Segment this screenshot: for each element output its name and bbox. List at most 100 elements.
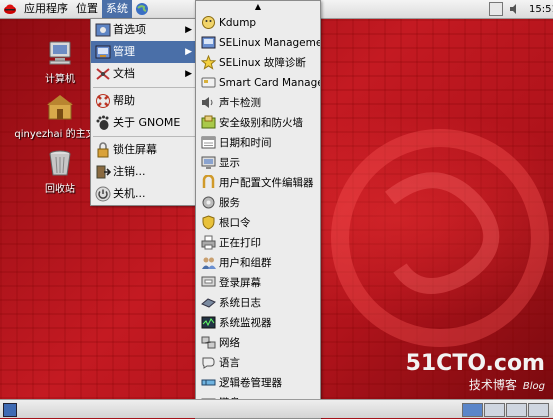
system-tray: 15:51 bbox=[489, 0, 553, 18]
admin-menu-item-label: 显示 bbox=[219, 157, 240, 169]
workspace-4[interactable] bbox=[528, 403, 549, 417]
menu-item-lock-screen[interactable]: 锁住屏幕 bbox=[91, 139, 198, 161]
admin-menu-item-label: 安全级别和防火墙 bbox=[219, 117, 303, 129]
admin-menu-item-label: 根口令 bbox=[219, 217, 251, 229]
menu-item-logout[interactable]: 注销... bbox=[91, 161, 198, 183]
admin-menu-item-10[interactable]: 根口令 bbox=[196, 213, 320, 233]
admin-menu-item-1[interactable]: SELinux Management bbox=[196, 33, 320, 53]
watermark: 51CTO.com 技术博客 Blog bbox=[406, 351, 545, 393]
menu-separator bbox=[93, 87, 196, 88]
trash-icon bbox=[45, 148, 75, 178]
volume-icon[interactable] bbox=[509, 3, 521, 15]
admin-menu-item-18[interactable]: 逻辑卷管理器 bbox=[196, 373, 320, 393]
watermark-site: 51CTO.com bbox=[405, 351, 545, 376]
admin-menu-item-17[interactable]: 语言 bbox=[196, 353, 320, 373]
scroll-up-arrow-icon[interactable]: ▲ bbox=[196, 1, 320, 13]
admin-menu-item-label: 用户和组群 bbox=[219, 257, 272, 269]
admin-menu-item-8[interactable]: 用户配置文件编辑器 bbox=[196, 173, 320, 193]
watermark-blog-en: Blog bbox=[522, 381, 545, 392]
admin-menu-item-5[interactable]: 安全级别和防火墙 bbox=[196, 113, 320, 133]
admin-menu-item-9[interactable]: 服务 bbox=[196, 193, 320, 213]
services-icon bbox=[201, 195, 216, 210]
display-icon bbox=[201, 155, 216, 170]
redhat-logo-icon[interactable] bbox=[3, 2, 17, 16]
menu-item-label: 文档 bbox=[113, 67, 135, 80]
menu-item-label: 注销... bbox=[113, 165, 146, 178]
admin-menu-item-label: 日期和时间 bbox=[219, 137, 272, 149]
menu-item-help[interactable]: 帮助 bbox=[91, 90, 198, 112]
workspace-2[interactable] bbox=[484, 403, 505, 417]
menu-item-label: 帮助 bbox=[113, 94, 135, 107]
bottom-panel bbox=[0, 399, 553, 418]
smartcard-icon bbox=[201, 75, 216, 90]
speaker-icon bbox=[201, 95, 216, 110]
admin-menu-item-label: 用户配置文件编辑器 bbox=[219, 177, 314, 189]
web-browser-launcher-icon[interactable] bbox=[135, 2, 149, 16]
admin-menu-item-label: 登录屏幕 bbox=[219, 277, 261, 289]
admin-menu-item-label: 声卡检测 bbox=[219, 97, 261, 109]
show-desktop-icon[interactable] bbox=[3, 403, 17, 417]
administration-submenu: ▲ Kdump SELinux Management SELinux 故障诊断 Sma… bbox=[195, 0, 321, 419]
profile-editor-icon bbox=[201, 174, 216, 190]
admin-menu-item-15[interactable]: 系统监视器 bbox=[196, 313, 320, 333]
admin-menu-item-11[interactable]: 正在打印 bbox=[196, 233, 320, 253]
preferences-icon bbox=[95, 22, 111, 38]
admin-menu-item-label: 服务 bbox=[219, 197, 240, 209]
menu-item-label: 首选项 bbox=[113, 23, 146, 36]
admin-menu-item-13[interactable]: 登录屏幕 bbox=[196, 273, 320, 293]
admin-menu-item-4[interactable]: 声卡检测 bbox=[196, 93, 320, 113]
menu-item-documents[interactable]: 文档 ▶ bbox=[91, 63, 198, 85]
admin-menu-item-label: 正在打印 bbox=[219, 237, 261, 249]
admin-menu-item-7[interactable]: 显示 bbox=[196, 153, 320, 173]
menu-item-administration[interactable]: 管理 ▶ bbox=[91, 41, 198, 63]
places-menu[interactable]: 位置 bbox=[72, 0, 102, 18]
users-icon bbox=[201, 255, 216, 270]
admin-menu-item-0[interactable]: Kdump bbox=[196, 13, 320, 33]
admin-menu-item-label: Kdump bbox=[219, 17, 257, 29]
menu-item-label: 锁住屏幕 bbox=[113, 143, 157, 156]
documents-icon bbox=[95, 66, 111, 82]
login-screen-icon bbox=[201, 275, 216, 290]
language-icon bbox=[201, 355, 216, 370]
menu-item-label: 管理 bbox=[113, 45, 135, 58]
system-menu-button[interactable]: 系统 bbox=[102, 0, 132, 18]
home-folder-icon bbox=[45, 93, 75, 123]
menu-item-shutdown[interactable]: 关机... bbox=[91, 183, 198, 205]
lvm-icon bbox=[201, 375, 216, 390]
desktop-icon-label: 回收站 bbox=[45, 184, 75, 195]
clock[interactable]: 15:51 bbox=[529, 4, 553, 15]
shutdown-icon bbox=[95, 186, 111, 202]
workspace-3[interactable] bbox=[506, 403, 527, 417]
admin-menu-item-12[interactable]: 用户和组群 bbox=[196, 253, 320, 273]
admin-menu-item-label: 网络 bbox=[219, 337, 240, 349]
printer-icon bbox=[201, 235, 216, 250]
desktop-icon-label: 计算机 bbox=[45, 74, 75, 85]
notification-icon[interactable] bbox=[489, 2, 503, 16]
admin-menu-item-label: 系统日志 bbox=[219, 297, 261, 309]
workspace-1[interactable] bbox=[462, 403, 483, 417]
menu-item-preferences[interactable]: 首选项 ▶ bbox=[91, 19, 198, 41]
menu-item-label: 关机... bbox=[113, 187, 146, 200]
computer-icon bbox=[45, 38, 75, 68]
admin-menu-item-6[interactable]: 日期和时间 bbox=[196, 133, 320, 153]
menu-separator bbox=[93, 136, 196, 137]
admin-menu-item-label: SELinux Management bbox=[219, 37, 320, 49]
admin-menu-item-16[interactable]: 网络 bbox=[196, 333, 320, 353]
admin-menu-item-label: 逻辑卷管理器 bbox=[219, 377, 282, 389]
gnome-foot-icon bbox=[95, 115, 111, 131]
firewall-icon bbox=[201, 115, 216, 130]
menu-item-about-gnome[interactable]: 关于 GNOME bbox=[91, 112, 198, 134]
submenu-arrow-icon: ▶ bbox=[185, 47, 192, 57]
star-icon bbox=[200, 54, 217, 70]
lock-icon bbox=[95, 142, 111, 158]
network-icon bbox=[201, 335, 216, 350]
redhat-swirl-graphic bbox=[331, 129, 549, 347]
applications-menu[interactable]: 应用程序 bbox=[20, 0, 72, 18]
admin-menu-item-3[interactable]: Smart Card Manager bbox=[196, 73, 320, 93]
admin-menu-item-14[interactable]: 系统日志 bbox=[196, 293, 320, 313]
watermark-blog-cn: 技术博客 bbox=[468, 378, 517, 392]
admin-menu-item-2[interactable]: SELinux 故障诊断 bbox=[196, 53, 320, 73]
system-log-icon bbox=[201, 295, 216, 310]
logout-icon bbox=[95, 164, 112, 180]
submenu-arrow-icon: ▶ bbox=[185, 69, 192, 79]
